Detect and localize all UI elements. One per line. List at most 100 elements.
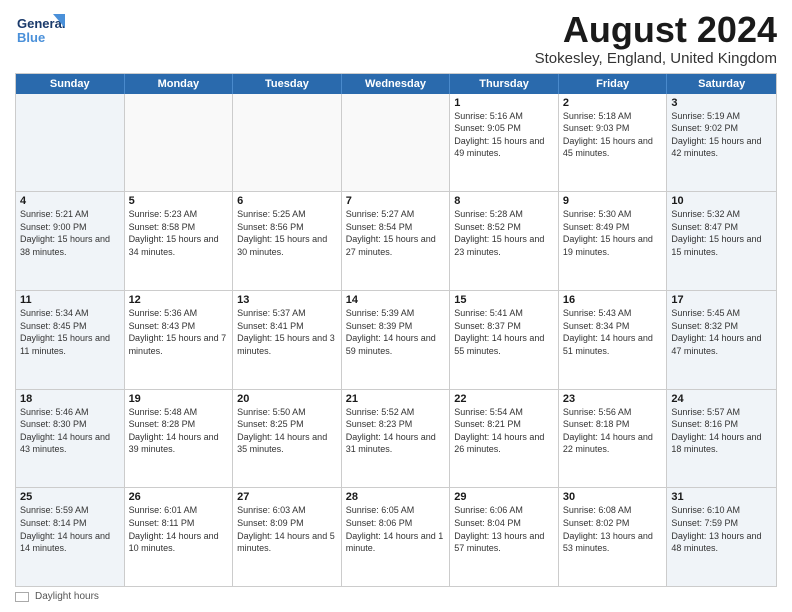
cell-info: Sunrise: 5:57 AM Sunset: 8:16 PM Dayligh…	[671, 406, 772, 456]
day-number: 29	[454, 491, 554, 503]
cell-info: Sunrise: 5:32 AM Sunset: 8:47 PM Dayligh…	[671, 208, 772, 258]
footer: Daylight hours	[15, 591, 777, 602]
table-row: 19Sunrise: 5:48 AM Sunset: 8:28 PM Dayli…	[125, 390, 234, 488]
table-row: 12Sunrise: 5:36 AM Sunset: 8:43 PM Dayli…	[125, 291, 234, 389]
table-row: 24Sunrise: 5:57 AM Sunset: 8:16 PM Dayli…	[667, 390, 776, 488]
calendar-header: Sunday Monday Tuesday Wednesday Thursday…	[16, 74, 776, 94]
table-row: 7Sunrise: 5:27 AM Sunset: 8:54 PM Daylig…	[342, 192, 451, 290]
table-row: 21Sunrise: 5:52 AM Sunset: 8:23 PM Dayli…	[342, 390, 451, 488]
table-row	[125, 94, 234, 192]
table-row: 29Sunrise: 6:06 AM Sunset: 8:04 PM Dayli…	[450, 488, 559, 586]
day-number: 7	[346, 195, 446, 207]
day-number: 5	[129, 195, 229, 207]
table-row: 31Sunrise: 6:10 AM Sunset: 7:59 PM Dayli…	[667, 488, 776, 586]
cell-info: Sunrise: 6:08 AM Sunset: 8:02 PM Dayligh…	[563, 504, 663, 554]
header-saturday: Saturday	[667, 74, 776, 94]
title-block: August 2024 Stokesley, England, United K…	[535, 10, 777, 67]
table-row: 23Sunrise: 5:56 AM Sunset: 8:18 PM Dayli…	[559, 390, 668, 488]
table-row: 9Sunrise: 5:30 AM Sunset: 8:49 PM Daylig…	[559, 192, 668, 290]
table-row: 18Sunrise: 5:46 AM Sunset: 8:30 PM Dayli…	[16, 390, 125, 488]
cell-info: Sunrise: 6:06 AM Sunset: 8:04 PM Dayligh…	[454, 504, 554, 554]
cell-info: Sunrise: 5:45 AM Sunset: 8:32 PM Dayligh…	[671, 307, 772, 357]
cell-info: Sunrise: 6:05 AM Sunset: 8:06 PM Dayligh…	[346, 504, 446, 554]
daylight-label: Daylight hours	[35, 591, 99, 602]
table-row	[16, 94, 125, 192]
logo: General Blue	[15, 10, 65, 52]
table-row: 25Sunrise: 5:59 AM Sunset: 8:14 PM Dayli…	[16, 488, 125, 586]
day-number: 30	[563, 491, 663, 503]
table-row	[233, 94, 342, 192]
table-row: 14Sunrise: 5:39 AM Sunset: 8:39 PM Dayli…	[342, 291, 451, 389]
cell-info: Sunrise: 5:56 AM Sunset: 8:18 PM Dayligh…	[563, 406, 663, 456]
day-number: 2	[563, 97, 663, 109]
cell-info: Sunrise: 6:03 AM Sunset: 8:09 PM Dayligh…	[237, 504, 337, 554]
header-sunday: Sunday	[16, 74, 125, 94]
calendar: Sunday Monday Tuesday Wednesday Thursday…	[15, 73, 777, 587]
day-number: 23	[563, 393, 663, 405]
table-row: 26Sunrise: 6:01 AM Sunset: 8:11 PM Dayli…	[125, 488, 234, 586]
cell-info: Sunrise: 5:21 AM Sunset: 9:00 PM Dayligh…	[20, 208, 120, 258]
header-friday: Friday	[559, 74, 668, 94]
day-number: 11	[20, 294, 120, 306]
table-row: 16Sunrise: 5:43 AM Sunset: 8:34 PM Dayli…	[559, 291, 668, 389]
cell-info: Sunrise: 5:50 AM Sunset: 8:25 PM Dayligh…	[237, 406, 337, 456]
day-number: 15	[454, 294, 554, 306]
table-row: 28Sunrise: 6:05 AM Sunset: 8:06 PM Dayli…	[342, 488, 451, 586]
table-row: 27Sunrise: 6:03 AM Sunset: 8:09 PM Dayli…	[233, 488, 342, 586]
day-number: 21	[346, 393, 446, 405]
header-monday: Monday	[125, 74, 234, 94]
cell-info: Sunrise: 5:48 AM Sunset: 8:28 PM Dayligh…	[129, 406, 229, 456]
day-number: 4	[20, 195, 120, 207]
table-row: 3Sunrise: 5:19 AM Sunset: 9:02 PM Daylig…	[667, 94, 776, 192]
calendar-row-2: 4Sunrise: 5:21 AM Sunset: 9:00 PM Daylig…	[16, 192, 776, 291]
day-number: 14	[346, 294, 446, 306]
month-title: August 2024	[535, 10, 777, 50]
day-number: 31	[671, 491, 772, 503]
day-number: 17	[671, 294, 772, 306]
svg-text:Blue: Blue	[17, 30, 45, 45]
day-number: 8	[454, 195, 554, 207]
cell-info: Sunrise: 5:39 AM Sunset: 8:39 PM Dayligh…	[346, 307, 446, 357]
table-row	[342, 94, 451, 192]
cell-info: Sunrise: 5:46 AM Sunset: 8:30 PM Dayligh…	[20, 406, 120, 456]
day-number: 26	[129, 491, 229, 503]
header-wednesday: Wednesday	[342, 74, 451, 94]
table-row: 10Sunrise: 5:32 AM Sunset: 8:47 PM Dayli…	[667, 192, 776, 290]
header: General Blue August 2024 Stokesley, Engl…	[15, 10, 777, 67]
cell-info: Sunrise: 5:41 AM Sunset: 8:37 PM Dayligh…	[454, 307, 554, 357]
day-number: 3	[671, 97, 772, 109]
day-number: 25	[20, 491, 120, 503]
day-number: 6	[237, 195, 337, 207]
cell-info: Sunrise: 5:23 AM Sunset: 8:58 PM Dayligh…	[129, 208, 229, 258]
day-number: 19	[129, 393, 229, 405]
table-row: 4Sunrise: 5:21 AM Sunset: 9:00 PM Daylig…	[16, 192, 125, 290]
cell-info: Sunrise: 5:36 AM Sunset: 8:43 PM Dayligh…	[129, 307, 229, 357]
table-row: 1Sunrise: 5:16 AM Sunset: 9:05 PM Daylig…	[450, 94, 559, 192]
cell-info: Sunrise: 5:16 AM Sunset: 9:05 PM Dayligh…	[454, 110, 554, 160]
location: Stokesley, England, United Kingdom	[535, 50, 777, 67]
table-row: 22Sunrise: 5:54 AM Sunset: 8:21 PM Dayli…	[450, 390, 559, 488]
table-row: 8Sunrise: 5:28 AM Sunset: 8:52 PM Daylig…	[450, 192, 559, 290]
page: General Blue August 2024 Stokesley, Engl…	[0, 0, 792, 612]
table-row: 30Sunrise: 6:08 AM Sunset: 8:02 PM Dayli…	[559, 488, 668, 586]
day-number: 9	[563, 195, 663, 207]
cell-info: Sunrise: 5:28 AM Sunset: 8:52 PM Dayligh…	[454, 208, 554, 258]
day-number: 28	[346, 491, 446, 503]
day-number: 13	[237, 294, 337, 306]
header-tuesday: Tuesday	[233, 74, 342, 94]
cell-info: Sunrise: 5:54 AM Sunset: 8:21 PM Dayligh…	[454, 406, 554, 456]
table-row: 11Sunrise: 5:34 AM Sunset: 8:45 PM Dayli…	[16, 291, 125, 389]
cell-info: Sunrise: 6:10 AM Sunset: 7:59 PM Dayligh…	[671, 504, 772, 554]
cell-info: Sunrise: 6:01 AM Sunset: 8:11 PM Dayligh…	[129, 504, 229, 554]
day-number: 24	[671, 393, 772, 405]
calendar-row-4: 18Sunrise: 5:46 AM Sunset: 8:30 PM Dayli…	[16, 390, 776, 489]
table-row: 15Sunrise: 5:41 AM Sunset: 8:37 PM Dayli…	[450, 291, 559, 389]
cell-info: Sunrise: 5:43 AM Sunset: 8:34 PM Dayligh…	[563, 307, 663, 357]
table-row: 2Sunrise: 5:18 AM Sunset: 9:03 PM Daylig…	[559, 94, 668, 192]
calendar-row-5: 25Sunrise: 5:59 AM Sunset: 8:14 PM Dayli…	[16, 488, 776, 586]
day-number: 27	[237, 491, 337, 503]
cell-info: Sunrise: 5:34 AM Sunset: 8:45 PM Dayligh…	[20, 307, 120, 357]
day-number: 22	[454, 393, 554, 405]
calendar-row-3: 11Sunrise: 5:34 AM Sunset: 8:45 PM Dayli…	[16, 291, 776, 390]
day-number: 10	[671, 195, 772, 207]
